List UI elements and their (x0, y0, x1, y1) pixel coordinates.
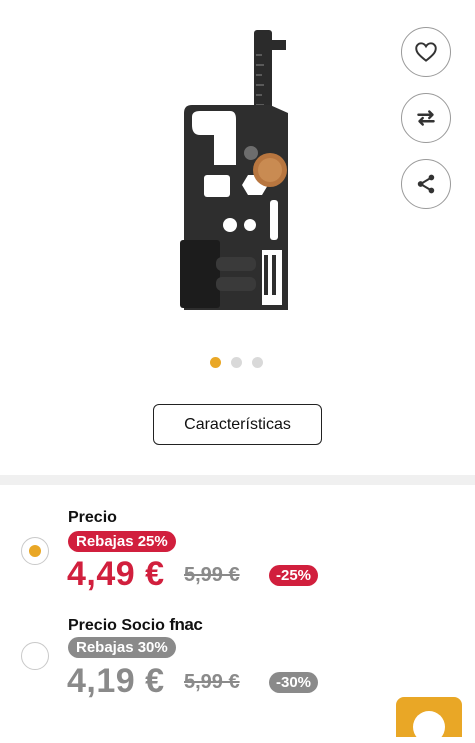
gallery-dot[interactable] (252, 357, 263, 368)
compare-arrows-icon (417, 110, 435, 126)
product-image[interactable] (170, 25, 300, 320)
share-button[interactable] (401, 159, 451, 209)
old-price: 5,99 € (184, 671, 240, 693)
price-radio-member[interactable] (21, 642, 49, 670)
price-option-standard[interactable]: Precio Rebajas 25% 4,49 € 5,99 € -25% (0, 485, 475, 600)
price-option-title: Precio Socio fnac (68, 615, 203, 635)
price-radio-standard[interactable] (21, 537, 49, 565)
section-divider (0, 475, 475, 485)
characteristics-button[interactable]: Características (153, 404, 322, 445)
wishlist-button[interactable] (401, 27, 451, 77)
discount-badge: -30% (269, 672, 319, 693)
discount-badge: -25% (269, 565, 319, 586)
gallery-pagination (210, 357, 263, 368)
share-icon (417, 174, 435, 194)
price-option-member[interactable]: Precio Socio fnac Rebajas 30% 4,19 € 5,9… (0, 600, 475, 710)
sale-badge: Rebajas 30% (68, 637, 176, 658)
chat-icon (413, 711, 445, 743)
compare-button[interactable] (401, 93, 451, 143)
member-price: 4,19 € (67, 662, 165, 700)
product-gallery (0, 0, 475, 395)
gallery-dot[interactable] (210, 357, 221, 368)
chat-button[interactable] (396, 697, 462, 743)
gallery-dot[interactable] (231, 357, 242, 368)
price-option-title: Precio (68, 509, 117, 526)
current-price: 4,49 € (67, 555, 165, 593)
fnac-logo: fnac (169, 615, 203, 634)
heart-icon (415, 42, 437, 62)
old-price: 5,99 € (184, 564, 240, 586)
sale-badge: Rebajas 25% (68, 531, 176, 552)
member-price-label: Precio Socio (68, 617, 165, 634)
